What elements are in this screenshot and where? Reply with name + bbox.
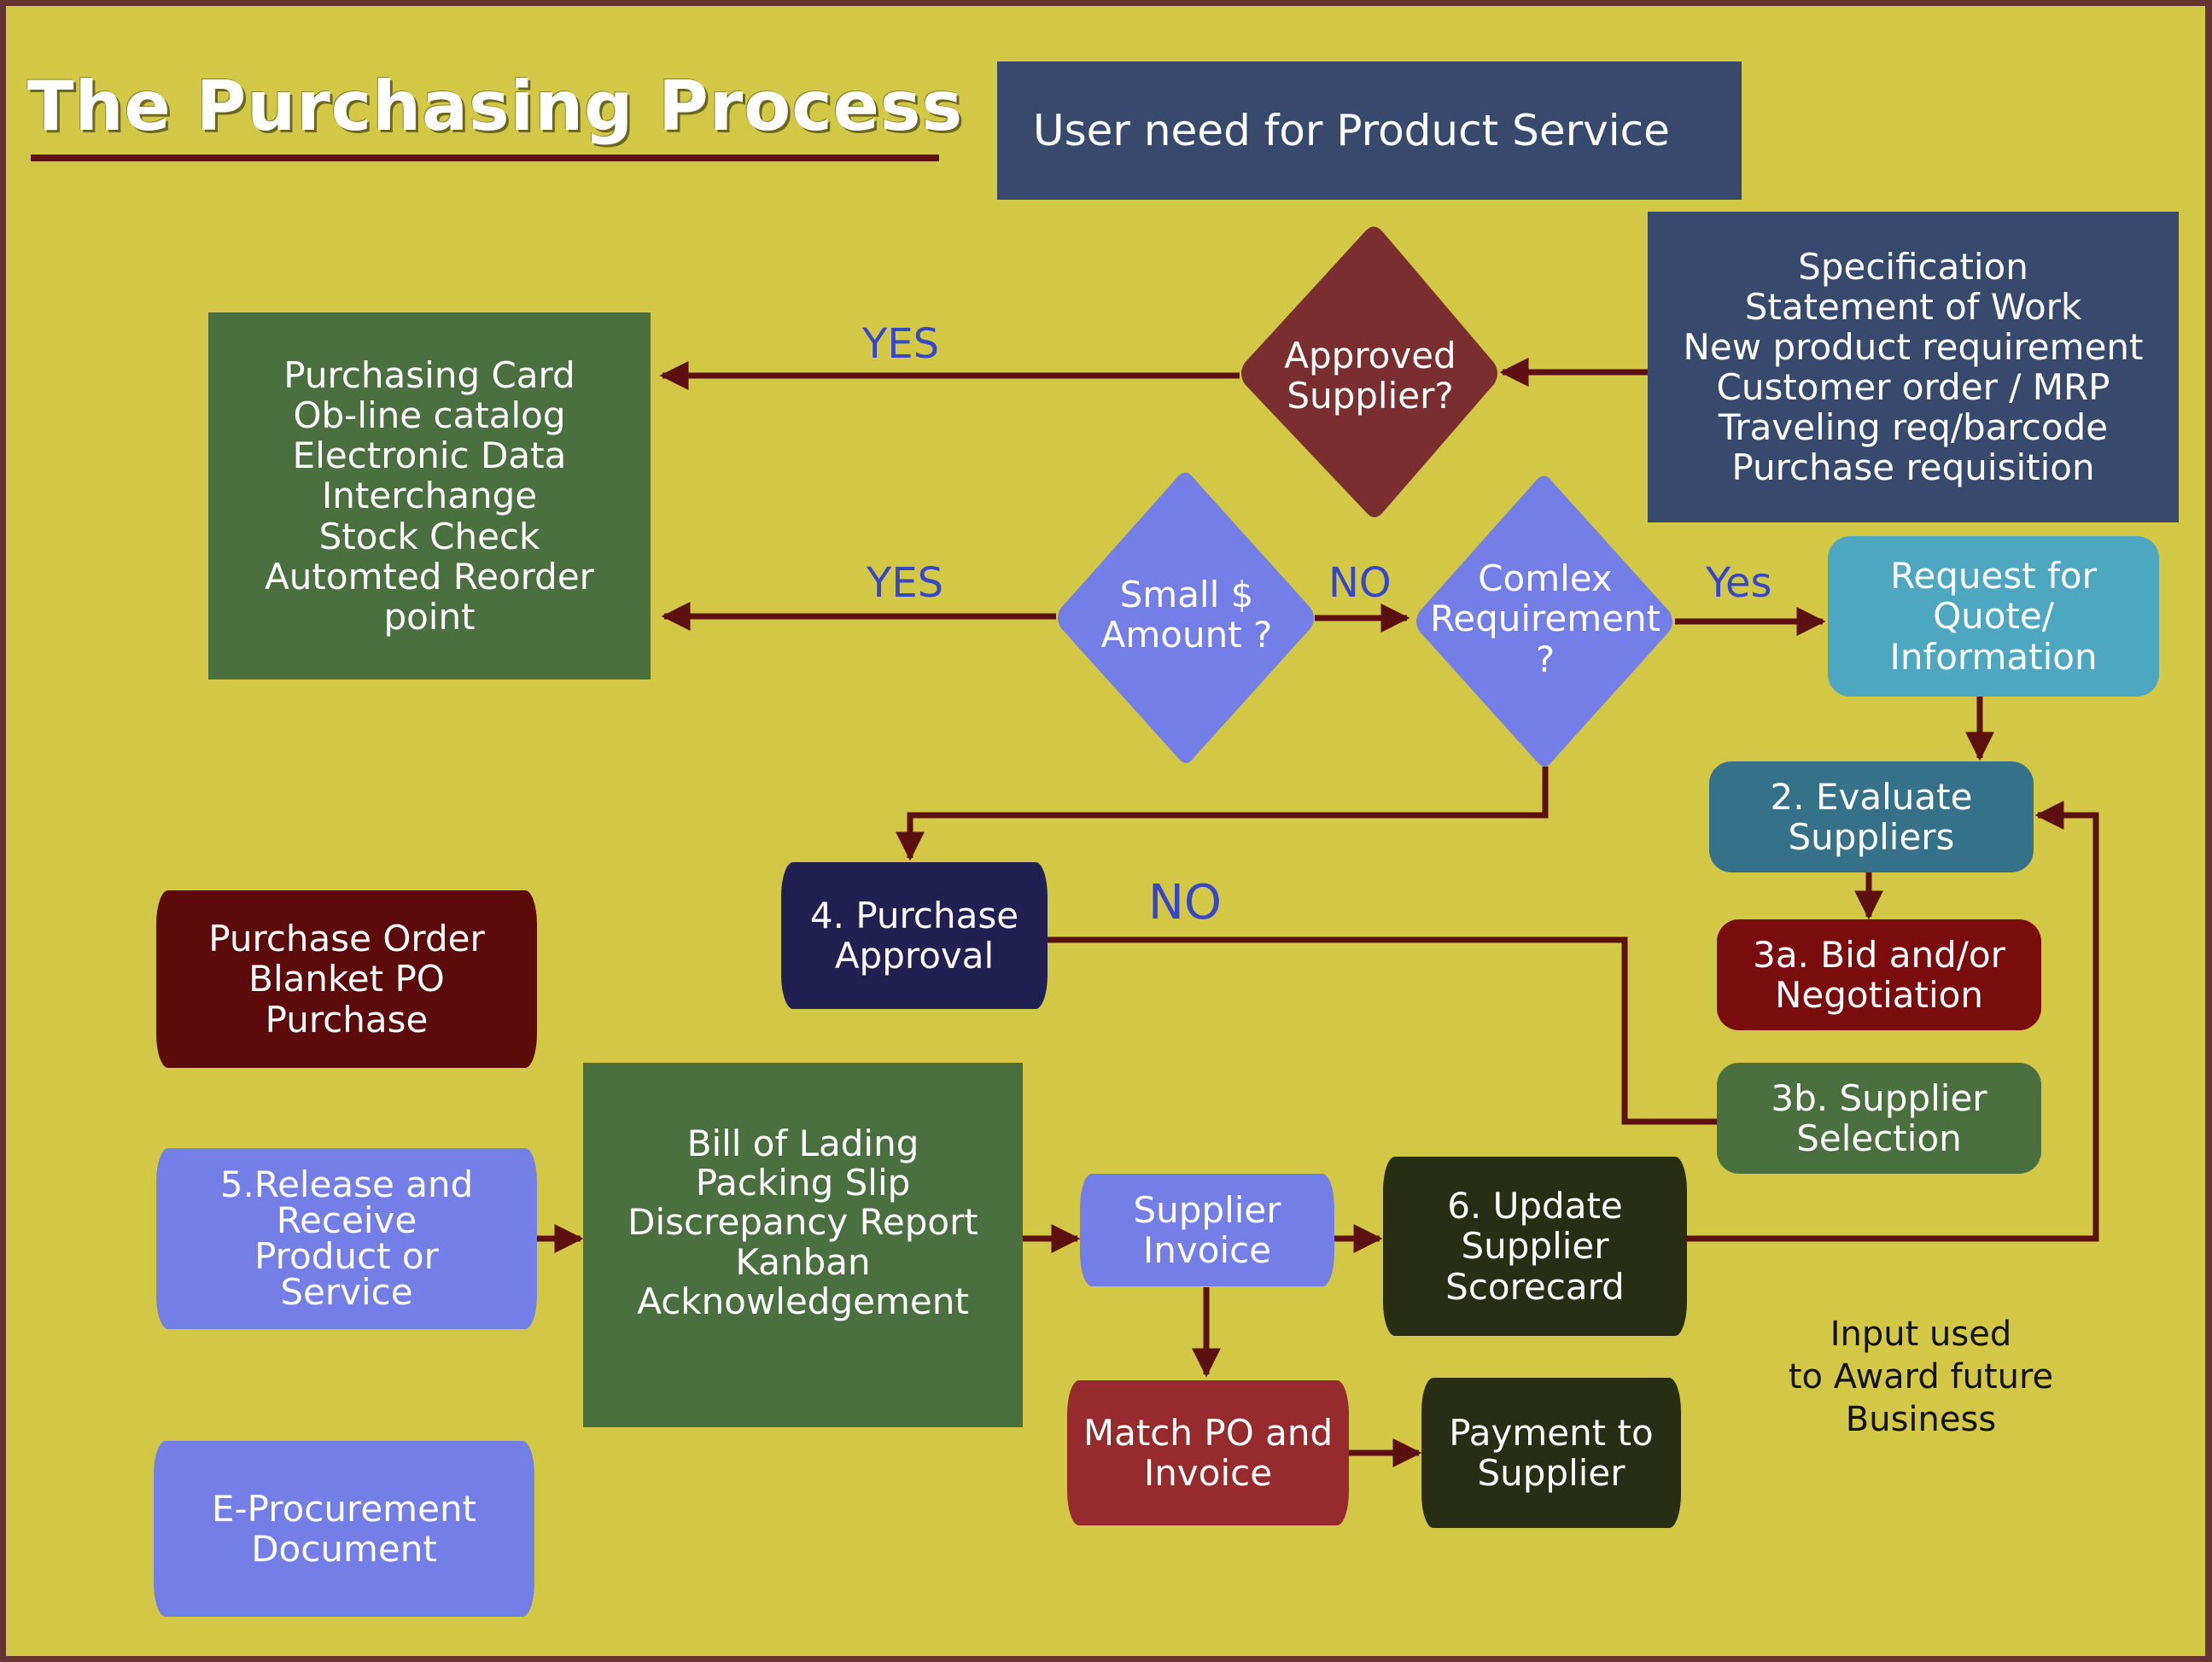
approved-supplier-decision: Approved Supplier?	[1284, 334, 1456, 417]
purchase-approval-text: 4. Purchase Approval	[809, 894, 1019, 977]
label-approval-no: NO	[1148, 875, 1222, 930]
purchase-approval-box: 4. Purchase Approval	[781, 862, 1048, 1009]
payment-box: Payment to Supplier	[1421, 1378, 1681, 1528]
small-amount-decision: Small $ Amount ?	[1100, 573, 1273, 656]
match-po-invoice-box: Match PO and Invoice	[1067, 1380, 1349, 1525]
requirements-box: Specification Statement of Work New prod…	[1648, 212, 2179, 522]
rfq-box: Request for Quote/ Information	[1828, 536, 2159, 697]
purchase-order-box: Purchase Order Blanket PO Purchase	[156, 890, 537, 1068]
user-need-box: User need for Product Service	[997, 61, 1742, 200]
release-receive-text: 5.Release and Receive Product or Service	[219, 1163, 474, 1313]
scorecard-note: Input used to Award future Business	[1788, 1315, 2054, 1439]
supplier-selection-box: 3b. Supplier Selection	[1717, 1063, 2041, 1174]
evaluate-suppliers-box: 2. Evaluate Suppliers	[1709, 761, 2034, 872]
supplier-selection-text: 3b. Supplier Selection	[1771, 1076, 1987, 1159]
label-small-no: NO	[1328, 559, 1392, 607]
receiving-docs-text: Bill of Lading Packing Slip Discrepancy …	[627, 1123, 978, 1322]
requirements-text: Specification Statement of Work New prod…	[1683, 245, 2144, 489]
page-title: The Purchasing Process	[27, 67, 964, 146]
e-procurement-text: E-Procurement Document	[211, 1487, 477, 1570]
user-need-text: User need for Product Service	[1033, 106, 1670, 155]
bid-negotiation-text: 3a. Bid and/or Negotiation	[1753, 933, 2005, 1016]
complex-requirement-decision: Comlex Requirement ?	[1429, 557, 1661, 680]
update-scorecard-box: 6. Update Supplier Scorecard	[1383, 1157, 1687, 1336]
release-receive-box: 5.Release and Receive Product or Service	[156, 1148, 537, 1329]
supplier-invoice-text: Supplier Invoice	[1133, 1188, 1281, 1271]
payment-text: Payment to Supplier	[1449, 1411, 1654, 1494]
match-po-invoice-text: Match PO and Invoice	[1083, 1411, 1334, 1494]
purchase-order-text: Purchase Order Blanket PO Purchase	[208, 918, 485, 1041]
evaluate-suppliers-text: 2. Evaluate Suppliers	[1770, 775, 1973, 858]
supplier-invoice-box: Supplier Invoice	[1080, 1174, 1334, 1286]
update-scorecard-text: 6. Update Supplier Scorecard	[1445, 1185, 1625, 1308]
bid-negotiation-box: 3a. Bid and/or Negotiation	[1717, 919, 2041, 1030]
e-procurement-box: E-Procurement Document	[154, 1441, 534, 1617]
label-complex-yes: Yes	[1706, 559, 1772, 607]
low-value-methods-text: Purchasing Card Ob-line catalog Electron…	[265, 354, 594, 638]
label-small-yes: YES	[867, 559, 944, 607]
rfq-text: Request for Quote/ Information	[1889, 555, 2098, 678]
low-value-methods-box: Purchasing Card Ob-line catalog Electron…	[208, 312, 651, 679]
label-approved-yes: YES	[862, 320, 940, 368]
title-underline	[31, 155, 939, 161]
receiving-docs-box: Bill of Lading Packing Slip Discrepancy …	[583, 1063, 1023, 1427]
